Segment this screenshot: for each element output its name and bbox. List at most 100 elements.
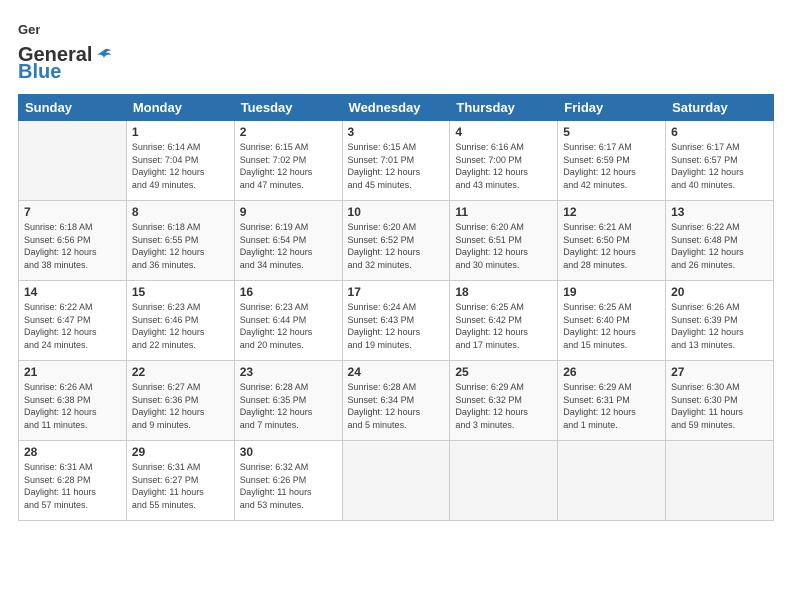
day-cell: 4 Sunrise: 6:16 AM Sunset: 7:00 PM Daylig… bbox=[450, 121, 558, 201]
day-cell: 25 Sunrise: 6:29 AM Sunset: 6:32 PM Dayli… bbox=[450, 361, 558, 441]
day-cell: 18Sunrise: 6:25 AM Sunset: 6:42 PM Dayli… bbox=[450, 281, 558, 361]
page: General General Blue SundayMondayTuesday… bbox=[0, 0, 792, 612]
day-cell: 1 Sunrise: 6:14 AM Sunset: 7:04 PM Daylig… bbox=[126, 121, 234, 201]
day-cell: 24 Sunrise: 6:28 AM Sunset: 6:34 PM Dayli… bbox=[342, 361, 450, 441]
week-row-2: 7 Sunrise: 6:18 AM Sunset: 6:56 PM Daylig… bbox=[19, 201, 774, 281]
day-number: 26 bbox=[563, 365, 660, 379]
day-number: 17 bbox=[348, 285, 445, 299]
logo-bird-icon bbox=[94, 46, 112, 64]
day-cell: 8 Sunrise: 6:18 AM Sunset: 6:55 PM Daylig… bbox=[126, 201, 234, 281]
day-number: 1 bbox=[132, 125, 229, 139]
day-cell: 23 Sunrise: 6:28 AM Sunset: 6:35 PM Dayli… bbox=[234, 361, 342, 441]
day-details: Sunrise: 6:23 AM Sunset: 6:44 PM Dayligh… bbox=[240, 301, 337, 351]
day-number: 23 bbox=[240, 365, 337, 379]
day-cell bbox=[19, 121, 127, 201]
day-number: 3 bbox=[348, 125, 445, 139]
day-number: 16 bbox=[240, 285, 337, 299]
col-header-tuesday: Tuesday bbox=[234, 95, 342, 121]
day-number: 30 bbox=[240, 445, 337, 459]
day-number: 25 bbox=[455, 365, 552, 379]
col-header-friday: Friday bbox=[558, 95, 666, 121]
day-cell: 11 Sunrise: 6:20 AM Sunset: 6:51 PM Dayli… bbox=[450, 201, 558, 281]
day-details: Sunrise: 6:20 AM Sunset: 6:52 PM Dayligh… bbox=[348, 221, 445, 271]
day-number: 21 bbox=[24, 365, 121, 379]
day-number: 9 bbox=[240, 205, 337, 219]
week-row-5: 28 Sunrise: 6:31 AM Sunset: 6:28 PM Dayli… bbox=[19, 441, 774, 521]
day-number: 22 bbox=[132, 365, 229, 379]
day-number: 12 bbox=[563, 205, 660, 219]
day-details: Sunrise: 6:28 AM Sunset: 6:35 PM Dayligh… bbox=[240, 381, 337, 431]
day-cell bbox=[558, 441, 666, 521]
day-cell bbox=[666, 441, 774, 521]
day-details: Sunrise: 6:18 AM Sunset: 6:56 PM Dayligh… bbox=[24, 221, 121, 271]
day-details: Sunrise: 6:32 AM Sunset: 6:26 PM Dayligh… bbox=[240, 461, 337, 511]
day-details: Sunrise: 6:26 AM Sunset: 6:38 PM Dayligh… bbox=[24, 381, 121, 431]
day-cell: 10 Sunrise: 6:20 AM Sunset: 6:52 PM Dayli… bbox=[342, 201, 450, 281]
day-number: 10 bbox=[348, 205, 445, 219]
col-header-thursday: Thursday bbox=[450, 95, 558, 121]
col-header-sunday: Sunday bbox=[19, 95, 127, 121]
day-number: 4 bbox=[455, 125, 552, 139]
day-details: Sunrise: 6:15 AM Sunset: 7:02 PM Dayligh… bbox=[240, 141, 337, 191]
day-cell: 5Sunrise: 6:17 AM Sunset: 6:59 PM Daylig… bbox=[558, 121, 666, 201]
day-cell: 14 Sunrise: 6:22 AM Sunset: 6:47 PM Dayli… bbox=[19, 281, 127, 361]
day-number: 15 bbox=[132, 285, 229, 299]
day-details: Sunrise: 6:30 AM Sunset: 6:30 PM Dayligh… bbox=[671, 381, 768, 431]
day-number: 8 bbox=[132, 205, 229, 219]
day-number: 2 bbox=[240, 125, 337, 139]
col-header-wednesday: Wednesday bbox=[342, 95, 450, 121]
day-number: 7 bbox=[24, 205, 121, 219]
day-cell: 3Sunrise: 6:15 AM Sunset: 7:01 PM Daylig… bbox=[342, 121, 450, 201]
day-cell: 15Sunrise: 6:23 AM Sunset: 6:46 PM Dayli… bbox=[126, 281, 234, 361]
day-details: Sunrise: 6:16 AM Sunset: 7:00 PM Dayligh… bbox=[455, 141, 552, 191]
day-number: 20 bbox=[671, 285, 768, 299]
day-cell: 27Sunrise: 6:30 AM Sunset: 6:30 PM Dayli… bbox=[666, 361, 774, 441]
day-details: Sunrise: 6:17 AM Sunset: 6:57 PM Dayligh… bbox=[671, 141, 768, 191]
day-number: 24 bbox=[348, 365, 445, 379]
logo-blue: Blue bbox=[18, 61, 61, 84]
day-number: 19 bbox=[563, 285, 660, 299]
day-details: Sunrise: 6:28 AM Sunset: 6:34 PM Dayligh… bbox=[348, 381, 445, 431]
day-cell: 28 Sunrise: 6:31 AM Sunset: 6:28 PM Dayli… bbox=[19, 441, 127, 521]
day-details: Sunrise: 6:26 AM Sunset: 6:39 PM Dayligh… bbox=[671, 301, 768, 351]
day-cell: 7 Sunrise: 6:18 AM Sunset: 6:56 PM Daylig… bbox=[19, 201, 127, 281]
day-details: Sunrise: 6:31 AM Sunset: 6:27 PM Dayligh… bbox=[132, 461, 229, 511]
day-details: Sunrise: 6:27 AM Sunset: 6:36 PM Dayligh… bbox=[132, 381, 229, 431]
day-cell bbox=[342, 441, 450, 521]
day-cell: 16 Sunrise: 6:23 AM Sunset: 6:44 PM Dayli… bbox=[234, 281, 342, 361]
day-cell: 22 Sunrise: 6:27 AM Sunset: 6:36 PM Dayli… bbox=[126, 361, 234, 441]
day-number: 28 bbox=[24, 445, 121, 459]
day-details: Sunrise: 6:20 AM Sunset: 6:51 PM Dayligh… bbox=[455, 221, 552, 271]
week-row-4: 21 Sunrise: 6:26 AM Sunset: 6:38 PM Dayli… bbox=[19, 361, 774, 441]
day-details: Sunrise: 6:22 AM Sunset: 6:48 PM Dayligh… bbox=[671, 221, 768, 271]
day-details: Sunrise: 6:25 AM Sunset: 6:40 PM Dayligh… bbox=[563, 301, 660, 351]
day-details: Sunrise: 6:24 AM Sunset: 6:43 PM Dayligh… bbox=[348, 301, 445, 351]
col-header-saturday: Saturday bbox=[666, 95, 774, 121]
col-header-monday: Monday bbox=[126, 95, 234, 121]
week-row-3: 14 Sunrise: 6:22 AM Sunset: 6:47 PM Dayli… bbox=[19, 281, 774, 361]
day-details: Sunrise: 6:29 AM Sunset: 6:32 PM Dayligh… bbox=[455, 381, 552, 431]
day-cell: 17 Sunrise: 6:24 AM Sunset: 6:43 PM Dayli… bbox=[342, 281, 450, 361]
day-details: Sunrise: 6:25 AM Sunset: 6:42 PM Dayligh… bbox=[455, 301, 552, 351]
day-details: Sunrise: 6:29 AM Sunset: 6:31 PM Dayligh… bbox=[563, 381, 660, 431]
day-details: Sunrise: 6:14 AM Sunset: 7:04 PM Dayligh… bbox=[132, 141, 229, 191]
day-details: Sunrise: 6:21 AM Sunset: 6:50 PM Dayligh… bbox=[563, 221, 660, 271]
day-cell: 2 Sunrise: 6:15 AM Sunset: 7:02 PM Daylig… bbox=[234, 121, 342, 201]
day-details: Sunrise: 6:22 AM Sunset: 6:47 PM Dayligh… bbox=[24, 301, 121, 351]
day-number: 14 bbox=[24, 285, 121, 299]
day-cell: 12 Sunrise: 6:21 AM Sunset: 6:50 PM Dayli… bbox=[558, 201, 666, 281]
logo: General General Blue bbox=[18, 18, 112, 84]
day-cell: 13 Sunrise: 6:22 AM Sunset: 6:48 PM Dayli… bbox=[666, 201, 774, 281]
day-details: Sunrise: 6:17 AM Sunset: 6:59 PM Dayligh… bbox=[563, 141, 660, 191]
day-cell: 26 Sunrise: 6:29 AM Sunset: 6:31 PM Dayli… bbox=[558, 361, 666, 441]
day-cell: 30 Sunrise: 6:32 AM Sunset: 6:26 PM Dayli… bbox=[234, 441, 342, 521]
day-cell bbox=[450, 441, 558, 521]
day-cell: 19 Sunrise: 6:25 AM Sunset: 6:40 PM Dayli… bbox=[558, 281, 666, 361]
day-details: Sunrise: 6:31 AM Sunset: 6:28 PM Dayligh… bbox=[24, 461, 121, 511]
day-number: 13 bbox=[671, 205, 768, 219]
calendar-table: SundayMondayTuesdayWednesdayThursdayFrid… bbox=[18, 94, 774, 521]
day-number: 29 bbox=[132, 445, 229, 459]
week-row-1: 1 Sunrise: 6:14 AM Sunset: 7:04 PM Daylig… bbox=[19, 121, 774, 201]
day-details: Sunrise: 6:18 AM Sunset: 6:55 PM Dayligh… bbox=[132, 221, 229, 271]
day-number: 11 bbox=[455, 205, 552, 219]
